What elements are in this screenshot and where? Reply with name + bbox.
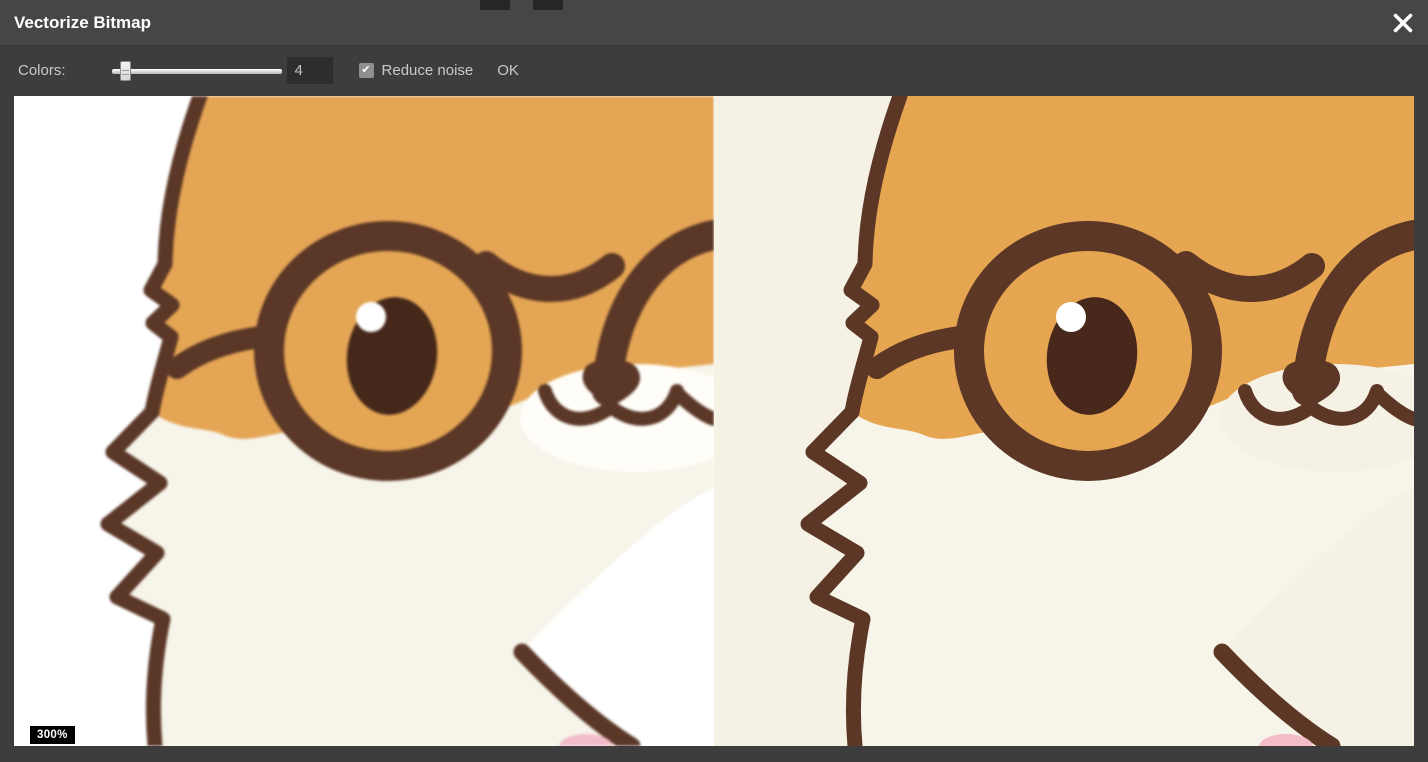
colors-value-input[interactable] xyxy=(287,57,333,84)
dialog-title: Vectorize Bitmap xyxy=(14,13,151,33)
original-bitmap-pane[interactable] xyxy=(14,96,714,746)
close-button[interactable] xyxy=(1386,6,1420,40)
reduce-noise-checkbox[interactable]: ✔ xyxy=(359,63,374,78)
zoom-level-badge: 300% xyxy=(30,726,75,744)
colors-slider-track[interactable] xyxy=(112,69,282,74)
vectorize-toolbar: Colors: ✔ Reduce noise OK xyxy=(0,46,1428,95)
dialog-titlebar: Vectorize Bitmap xyxy=(0,0,1428,46)
original-bitmap-image xyxy=(14,96,714,746)
ok-button[interactable]: OK xyxy=(497,62,519,79)
check-icon: ✔ xyxy=(361,63,370,78)
colors-slider[interactable] xyxy=(112,61,282,81)
vectorize-preview[interactable]: 300% xyxy=(14,96,1414,746)
vectorized-image xyxy=(714,96,1414,746)
colors-slider-handle[interactable] xyxy=(120,61,131,81)
vectorized-result-pane[interactable] xyxy=(714,96,1414,746)
window-tab-stub xyxy=(533,0,563,10)
close-icon xyxy=(1392,12,1414,34)
colors-label: Colors: xyxy=(18,62,66,79)
reduce-noise-label[interactable]: Reduce noise xyxy=(382,62,474,79)
window-tab-stub xyxy=(480,0,510,10)
